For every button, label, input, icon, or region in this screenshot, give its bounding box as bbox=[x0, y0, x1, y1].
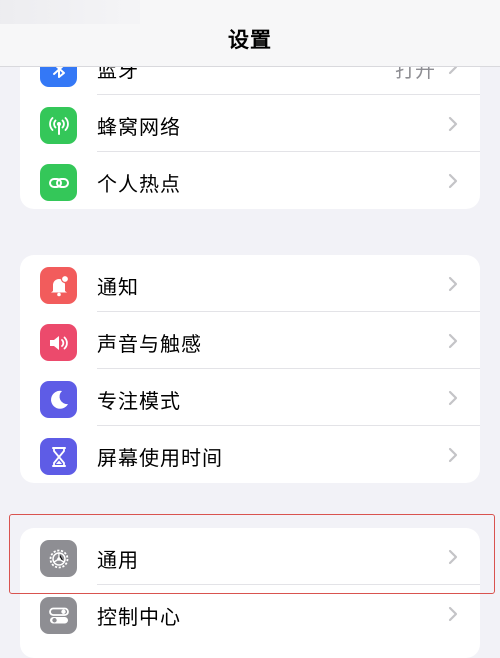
moon-icon bbox=[40, 381, 77, 418]
speaker-icon bbox=[40, 324, 77, 361]
row-label: 通知 bbox=[97, 275, 139, 299]
settings-row-screen-time[interactable]: 屏幕使用时间 bbox=[20, 426, 480, 483]
settings-row-notifications[interactable]: 通知 bbox=[20, 255, 480, 312]
settings-row-focus[interactable]: 专注模式 bbox=[20, 369, 480, 426]
row-label: 屏幕使用时间 bbox=[97, 446, 223, 470]
row-label: 专注模式 bbox=[97, 389, 181, 413]
highlight-box bbox=[9, 514, 495, 594]
hourglass-icon bbox=[40, 438, 77, 475]
row-label: 声音与触感 bbox=[97, 332, 202, 356]
settings-group-notifications: 通知 声音与触感 专注模式 屏幕使用时间 bbox=[20, 255, 480, 483]
hotspot-chain-icon bbox=[40, 164, 77, 201]
status-bar-blur bbox=[0, 0, 140, 24]
page-title: 设置 bbox=[228, 28, 272, 52]
row-label: 个人热点 bbox=[97, 172, 181, 196]
settings-row-hotspot[interactable]: 个人热点 bbox=[20, 152, 480, 209]
chevron-right-icon bbox=[448, 390, 458, 406]
chevron-right-icon bbox=[448, 173, 458, 189]
chevron-right-icon bbox=[448, 333, 458, 349]
bell-icon bbox=[40, 267, 77, 304]
cellular-antenna-icon bbox=[40, 107, 77, 144]
toggles-icon bbox=[40, 597, 77, 634]
chevron-right-icon bbox=[448, 447, 458, 463]
chevron-right-icon bbox=[448, 276, 458, 292]
chevron-right-icon bbox=[448, 606, 458, 622]
settings-row-sounds[interactable]: 声音与触感 bbox=[20, 312, 480, 369]
settings-row-cellular[interactable]: 蜂窝网络 bbox=[20, 95, 480, 152]
chevron-right-icon bbox=[448, 116, 458, 132]
row-label: 控制中心 bbox=[97, 605, 181, 629]
navigation-bar: 设置 bbox=[0, 0, 500, 67]
row-label: 蜂窝网络 bbox=[97, 115, 181, 139]
